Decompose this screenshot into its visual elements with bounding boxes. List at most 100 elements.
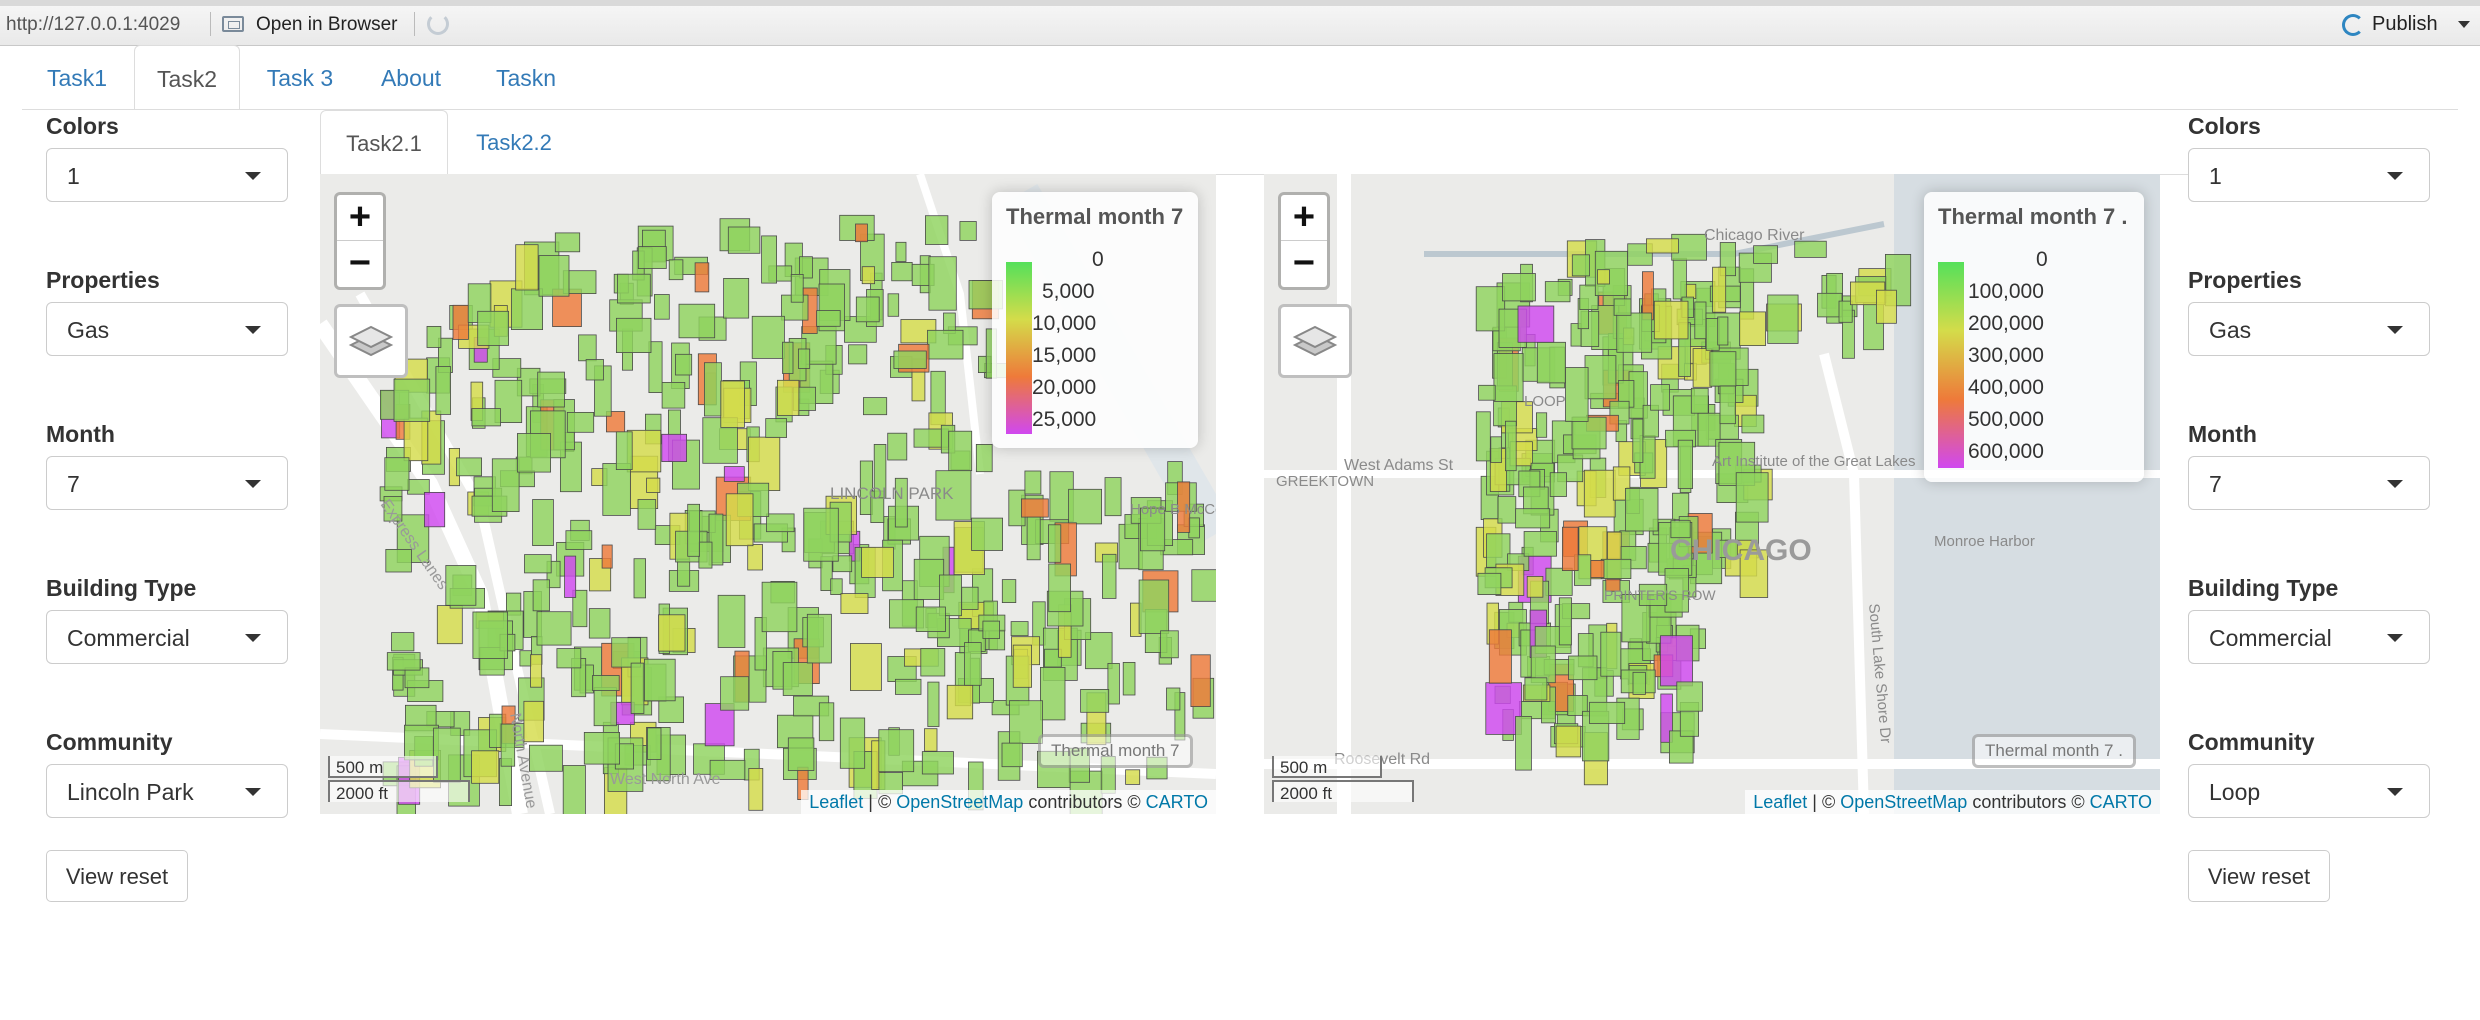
- building-polygon[interactable]: [855, 223, 868, 243]
- building-polygon[interactable]: [1486, 533, 1511, 568]
- building-polygon[interactable]: [1544, 281, 1571, 303]
- building-polygon[interactable]: [1012, 644, 1033, 688]
- building-polygon[interactable]: [1477, 572, 1502, 595]
- publish-icon[interactable]: [2342, 14, 2364, 36]
- tab-task1[interactable]: Task1: [22, 45, 132, 110]
- building-polygon[interactable]: [562, 765, 586, 815]
- building-polygon[interactable]: [1676, 681, 1703, 712]
- zoom-in-button[interactable]: +: [1281, 195, 1327, 241]
- building-polygon[interactable]: [532, 499, 554, 546]
- building-polygon[interactable]: [386, 652, 421, 671]
- building-polygon[interactable]: [1660, 635, 1693, 687]
- building-polygon[interactable]: [891, 262, 913, 282]
- building-polygon[interactable]: [861, 546, 894, 578]
- building-polygon[interactable]: [863, 397, 888, 416]
- building-polygon[interactable]: [975, 443, 993, 473]
- building-polygon[interactable]: [1568, 655, 1598, 681]
- building-polygon[interactable]: [1190, 654, 1211, 707]
- building-polygon[interactable]: [920, 648, 946, 677]
- building-polygon[interactable]: [674, 353, 693, 376]
- building-polygon[interactable]: [615, 431, 633, 470]
- building-polygon[interactable]: [516, 433, 551, 473]
- view-reset-button[interactable]: View reset: [2188, 850, 2330, 902]
- building-polygon[interactable]: [924, 728, 938, 752]
- building-polygon[interactable]: [1632, 671, 1646, 695]
- publish-button[interactable]: Publish: [2372, 13, 2438, 36]
- building-polygon[interactable]: [921, 751, 954, 775]
- building-polygon[interactable]: [803, 507, 839, 562]
- properties-select[interactable]: Gas: [2188, 302, 2430, 356]
- building-polygon[interactable]: [1735, 472, 1769, 523]
- building-polygon[interactable]: [537, 371, 565, 408]
- tab-task2[interactable]: Task2: [134, 45, 240, 110]
- building-polygon[interactable]: [1504, 420, 1517, 472]
- building-polygon[interactable]: [694, 262, 710, 293]
- building-polygon[interactable]: [971, 517, 1003, 551]
- building-polygon[interactable]: [530, 654, 543, 688]
- building-polygon[interactable]: [1584, 355, 1617, 400]
- building-polygon[interactable]: [592, 675, 620, 691]
- building-polygon[interactable]: [1632, 418, 1644, 463]
- building-polygon[interactable]: [850, 643, 882, 691]
- building-polygon[interactable]: [583, 732, 620, 765]
- building-polygon[interactable]: [403, 417, 429, 462]
- building-polygon[interactable]: [1692, 348, 1713, 388]
- building-polygon[interactable]: [1545, 567, 1573, 596]
- building-polygon[interactable]: [946, 684, 974, 720]
- building-polygon[interactable]: [915, 606, 946, 633]
- building-polygon[interactable]: [661, 381, 686, 409]
- building-polygon[interactable]: [1107, 662, 1120, 705]
- view-reset-button[interactable]: View reset: [46, 850, 188, 902]
- building-polygon[interactable]: [385, 548, 412, 573]
- building-polygon[interactable]: [637, 499, 657, 530]
- building-polygon[interactable]: [840, 593, 869, 614]
- building-polygon[interactable]: [1597, 269, 1610, 285]
- building-polygon[interactable]: [1166, 687, 1181, 711]
- building-polygon[interactable]: [1641, 271, 1654, 321]
- zoom-out-button[interactable]: −: [337, 241, 383, 287]
- building-polygon[interactable]: [776, 379, 800, 416]
- building-polygon[interactable]: [616, 273, 651, 304]
- building-polygon[interactable]: [532, 579, 550, 612]
- building-polygon[interactable]: [1490, 436, 1503, 463]
- building-polygon[interactable]: [948, 430, 973, 472]
- building-polygon[interactable]: [556, 648, 582, 669]
- building-polygon[interactable]: [816, 310, 841, 327]
- building-polygon[interactable]: [961, 586, 979, 610]
- building-polygon[interactable]: [861, 266, 876, 285]
- building-polygon[interactable]: [751, 315, 785, 359]
- building-polygon[interactable]: [452, 304, 469, 340]
- layers-button[interactable]: [334, 304, 408, 378]
- building-polygon[interactable]: [677, 557, 691, 587]
- building-polygon[interactable]: [491, 458, 520, 512]
- building-polygon[interactable]: [630, 662, 645, 714]
- building-polygon[interactable]: [566, 411, 595, 433]
- building-polygon[interactable]: [727, 226, 761, 254]
- building-polygon[interactable]: [830, 578, 843, 595]
- building-polygon[interactable]: [1650, 384, 1670, 411]
- building-polygon[interactable]: [615, 317, 652, 354]
- building-polygon[interactable]: [519, 650, 532, 667]
- building-polygon[interactable]: [456, 457, 483, 477]
- building-polygon[interactable]: [782, 341, 794, 374]
- building-polygon[interactable]: [1068, 488, 1102, 525]
- building-polygon[interactable]: [524, 554, 552, 574]
- building-polygon[interactable]: [1001, 742, 1023, 768]
- building-polygon[interactable]: [1478, 384, 1496, 401]
- building-polygon[interactable]: [1104, 477, 1122, 517]
- building-polygon[interactable]: [1475, 411, 1491, 462]
- building-polygon[interactable]: [1571, 254, 1590, 277]
- leaflet-link[interactable]: Leaflet: [1753, 792, 1807, 812]
- tab-taskn[interactable]: Taskn: [472, 45, 580, 110]
- building-polygon[interactable]: [1493, 353, 1524, 402]
- open-in-browser-button[interactable]: Open in Browser: [256, 14, 398, 36]
- building-polygon[interactable]: [407, 479, 430, 495]
- building-polygon[interactable]: [564, 555, 577, 598]
- building-polygon[interactable]: [848, 344, 868, 365]
- building-polygon[interactable]: [1624, 487, 1659, 532]
- building-polygon[interactable]: [839, 717, 866, 769]
- building-polygon[interactable]: [766, 513, 795, 533]
- building-polygon[interactable]: [893, 350, 927, 369]
- building-polygon[interactable]: [720, 676, 750, 711]
- building-polygon[interactable]: [1672, 257, 1687, 300]
